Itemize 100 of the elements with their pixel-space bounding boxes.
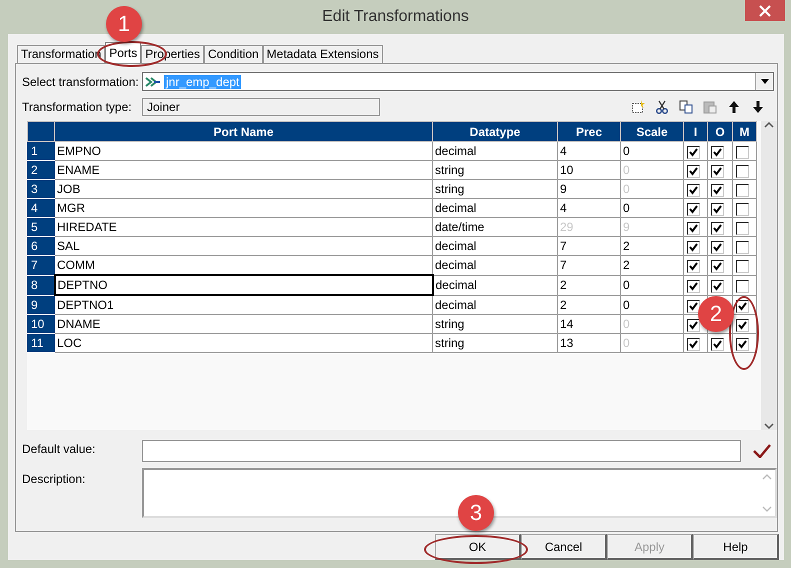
row-number[interactable]: 10 <box>28 314 54 334</box>
checkbox[interactable] <box>736 260 749 274</box>
row-number[interactable]: 4 <box>28 198 54 218</box>
new-port-icon[interactable] <box>631 100 645 114</box>
checkbox[interactable] <box>711 280 724 293</box>
prec-cell[interactable]: 7 <box>558 236 620 256</box>
port-name-cell[interactable]: DEPTNO1 <box>54 295 432 314</box>
checkbox[interactable] <box>736 338 749 351</box>
checkbox[interactable] <box>687 203 700 216</box>
default-value-field[interactable] <box>142 440 741 462</box>
port-name-cell[interactable]: DEPTNO <box>54 275 432 295</box>
checkbox[interactable] <box>711 260 724 274</box>
datatype-cell[interactable]: decimal <box>432 236 558 256</box>
datatype-cell[interactable]: decimal <box>432 275 558 295</box>
row-number[interactable]: 5 <box>28 218 54 236</box>
port-name-cell[interactable]: JOB <box>54 180 432 198</box>
checkbox[interactable] <box>736 241 749 254</box>
tab[interactable]: Ports <box>105 42 142 63</box>
scale-cell[interactable]: 0 <box>620 198 684 218</box>
copy-icon[interactable] <box>679 100 693 114</box>
scroll-down-icon <box>764 422 774 430</box>
scale-cell[interactable]: 0 <box>620 275 684 295</box>
checkbox[interactable] <box>736 165 749 178</box>
dialog-button[interactable]: OK <box>435 534 521 560</box>
prec-cell[interactable]: 7 <box>558 256 620 275</box>
prec-cell[interactable]: 2 <box>558 275 620 295</box>
port-name-cell[interactable]: ENAME <box>54 160 432 180</box>
row-number[interactable]: 6 <box>28 236 54 256</box>
prec-cell[interactable]: 4 <box>558 198 620 218</box>
datatype-cell[interactable]: string <box>432 334 558 352</box>
row-number[interactable]: 3 <box>28 180 54 198</box>
dialog-button[interactable]: Help <box>693 534 779 560</box>
checkbox[interactable] <box>711 241 724 254</box>
datatype-cell[interactable]: decimal <box>432 295 558 314</box>
port-name-cell[interactable]: EMPNO <box>54 142 432 160</box>
datatype-cell[interactable]: decimal <box>432 142 558 160</box>
port-name-cell[interactable]: HIREDATE <box>54 218 432 236</box>
dialog-button[interactable]: Cancel <box>521 534 607 560</box>
scale-cell[interactable]: 0 <box>620 295 684 314</box>
dropdown-value: jnr_emp_dept <box>164 74 242 88</box>
down-arrow-icon[interactable] <box>751 100 765 114</box>
datatype-cell[interactable]: string <box>432 180 558 198</box>
scale-cell[interactable]: 2 <box>620 236 684 256</box>
checkbox[interactable] <box>687 260 700 274</box>
checkbox[interactable] <box>687 241 700 254</box>
tab[interactable]: Metadata Extensions <box>262 45 383 63</box>
checkbox[interactable] <box>736 146 749 159</box>
prec-cell[interactable]: 13 <box>558 334 620 352</box>
checkbox[interactable] <box>687 165 700 178</box>
prec-cell[interactable]: 14 <box>558 314 620 334</box>
checkbox[interactable] <box>711 184 724 197</box>
checkbox[interactable] <box>687 184 700 197</box>
port-name-cell[interactable]: LOC <box>54 334 432 352</box>
checkbox[interactable] <box>687 300 700 313</box>
checkbox[interactable] <box>687 222 700 235</box>
dropdown-arrow-icon <box>760 79 768 84</box>
row-number[interactable]: 7 <box>28 256 54 275</box>
prec-cell[interactable]: 4 <box>558 142 620 160</box>
datatype-cell[interactable]: decimal <box>432 256 558 275</box>
scale-cell[interactable]: 2 <box>620 256 684 275</box>
checkbox[interactable] <box>711 338 724 351</box>
row-number[interactable]: 9 <box>28 295 54 314</box>
prec-cell[interactable]: 9 <box>558 180 620 198</box>
checkbox[interactable] <box>687 146 700 159</box>
checkbox[interactable] <box>687 280 700 293</box>
datatype-cell[interactable]: string <box>432 314 558 334</box>
datatype-cell[interactable]: date/time <box>432 218 558 236</box>
checkbox[interactable] <box>736 203 749 216</box>
tab[interactable]: Condition <box>204 45 263 63</box>
close-button[interactable] <box>745 0 785 21</box>
checkbox[interactable] <box>687 319 700 332</box>
scroll-up-icon <box>762 473 772 480</box>
validate-check-icon[interactable] <box>753 444 771 458</box>
prec-cell[interactable]: 10 <box>558 160 620 180</box>
cut-icon[interactable] <box>655 100 669 114</box>
datatype-cell[interactable]: string <box>432 160 558 180</box>
datatype-cell[interactable]: decimal <box>432 198 558 218</box>
checkbox[interactable] <box>736 280 749 293</box>
row-number[interactable]: 2 <box>28 160 54 180</box>
checkbox[interactable] <box>736 184 749 197</box>
checkbox[interactable] <box>736 319 749 332</box>
checkbox[interactable] <box>711 222 724 235</box>
scale-cell[interactable]: 0 <box>620 142 684 160</box>
column-header: M <box>732 122 756 142</box>
field-label: Description: <box>22 472 86 486</box>
row-number[interactable]: 8 <box>28 275 54 295</box>
checkbox[interactable] <box>711 146 724 159</box>
port-name-cell[interactable]: DNAME <box>54 314 432 334</box>
port-name-cell[interactable]: MGR <box>54 198 432 218</box>
row-number[interactable]: 1 <box>28 142 54 160</box>
checkbox[interactable] <box>736 222 749 235</box>
checkbox[interactable] <box>736 300 749 313</box>
row-number[interactable]: 11 <box>28 334 54 352</box>
checkbox[interactable] <box>711 165 724 178</box>
scrollbar[interactable] <box>761 121 777 430</box>
prec-cell[interactable]: 2 <box>558 295 620 314</box>
up-arrow-icon[interactable] <box>727 100 741 114</box>
port-name-cell[interactable]: SAL <box>54 236 432 256</box>
checkbox[interactable] <box>687 338 700 351</box>
checkbox[interactable] <box>711 203 724 216</box>
